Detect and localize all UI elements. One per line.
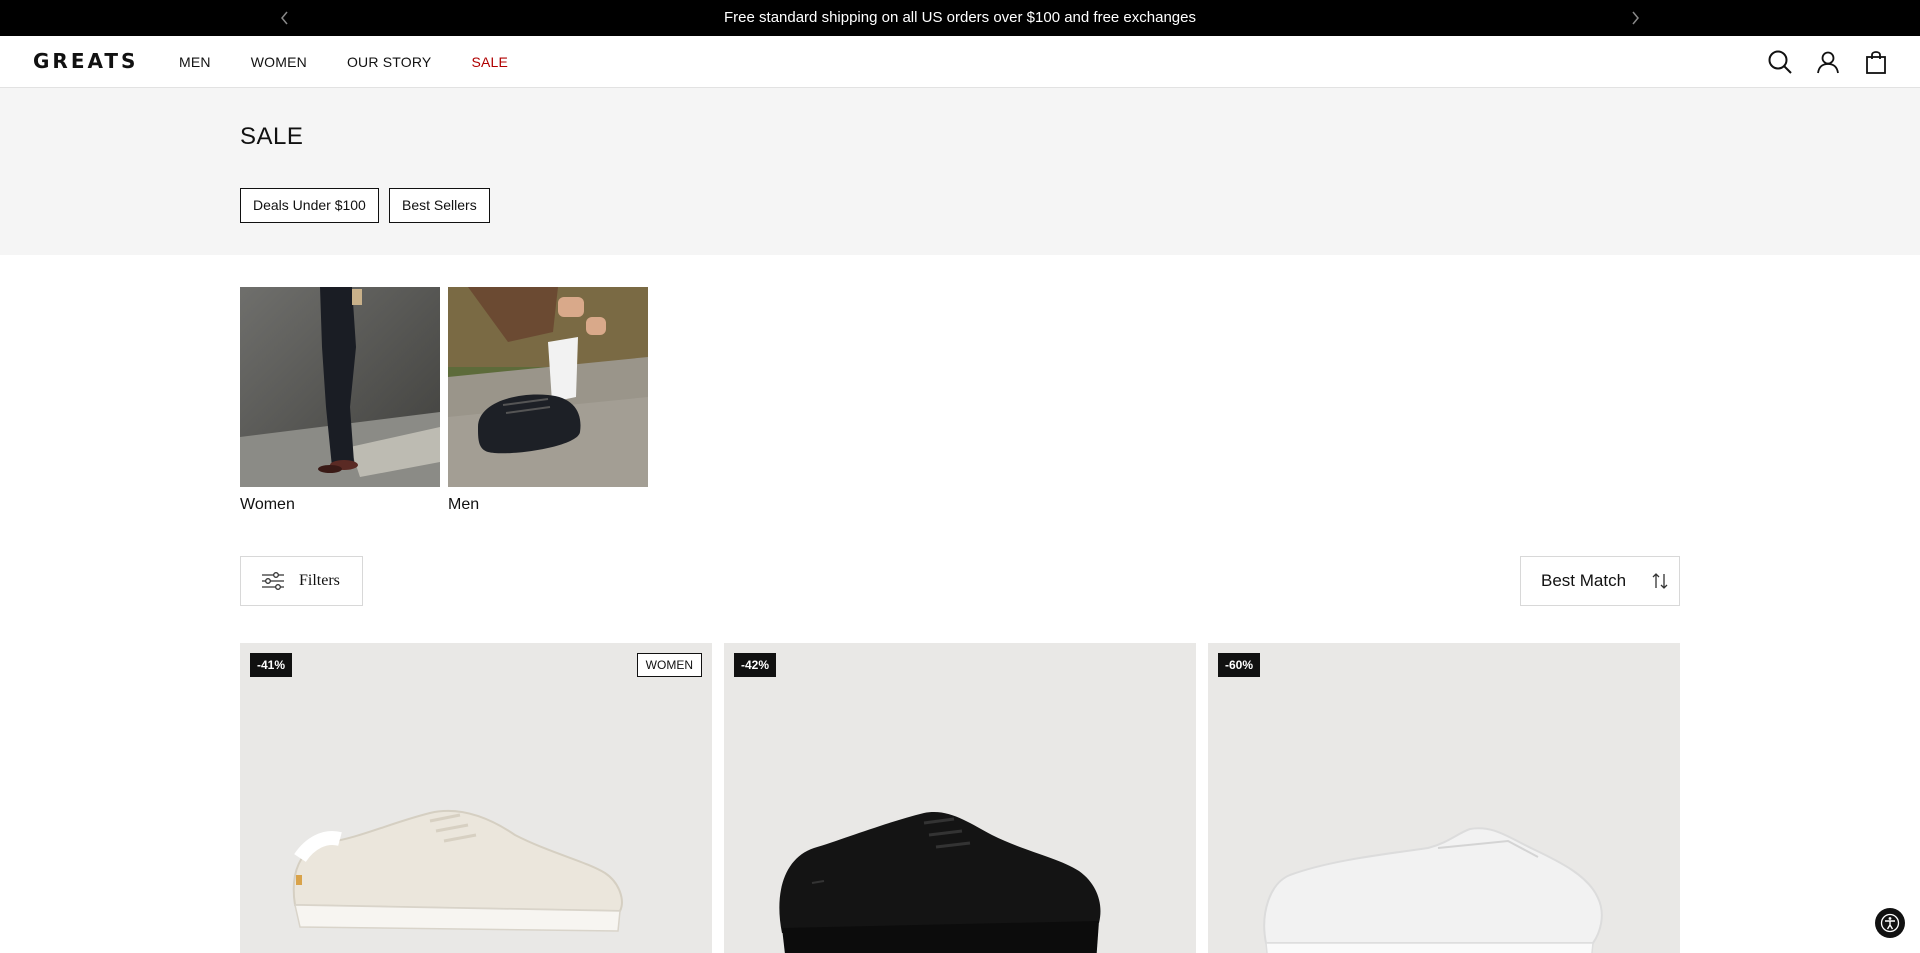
announcement-bar: Free standard shipping on all US orders …: [0, 0, 1920, 36]
accessibility-button[interactable]: [1875, 908, 1905, 938]
product-image: [292, 809, 623, 932]
sort-arrows-icon: [1652, 573, 1668, 589]
nav-men[interactable]: MEN: [179, 54, 211, 70]
discount-badge: -60%: [1218, 653, 1261, 677]
nav-our-story[interactable]: OUR STORY: [347, 54, 432, 70]
site-logo[interactable]: GREATS: [33, 49, 138, 73]
category-tile-women[interactable]: Women: [240, 287, 440, 514]
main-nav: MEN WOMEN OUR STORY SALE: [179, 36, 548, 88]
category-image-men: [448, 287, 648, 487]
search-icon: [1768, 50, 1792, 74]
product-card[interactable]: -42%: [724, 643, 1196, 953]
account-icon: [1817, 51, 1839, 74]
bag-icon: [1866, 51, 1886, 74]
filters-button[interactable]: Filters: [240, 556, 363, 606]
site-header: GREATS MEN WOMEN OUR STORY SALE: [0, 36, 1920, 88]
product-image: [1263, 827, 1603, 953]
sale-hero: SALE Deals Under $100 Best Sellers: [0, 88, 1920, 255]
announcement-next-button[interactable]: [1620, 0, 1650, 36]
category-image-women: [240, 287, 440, 487]
sliders-icon: [262, 572, 284, 590]
product-card[interactable]: -41% WOMEN: [240, 643, 712, 953]
cart-button[interactable]: [1862, 48, 1890, 76]
gender-tag: WOMEN: [636, 653, 702, 677]
category-tile-men[interactable]: Men: [448, 287, 648, 514]
pill-deals-under-100[interactable]: Deals Under $100: [240, 188, 379, 223]
sort-label: Best Match: [1541, 571, 1627, 590]
discount-badge: -41%: [250, 653, 293, 677]
filters-label: Filters: [299, 572, 340, 589]
product-card[interactable]: -60%: [1208, 643, 1680, 953]
account-button[interactable]: [1814, 48, 1842, 76]
search-button[interactable]: [1766, 48, 1794, 76]
page-title: SALE: [240, 123, 304, 150]
sort-select[interactable]: Best Match: [1520, 556, 1680, 606]
pill-best-sellers[interactable]: Best Sellers: [389, 188, 490, 223]
accessibility-icon: [1880, 913, 1900, 933]
discount-badge: -42%: [734, 653, 777, 677]
category-label-men: Men: [448, 496, 480, 513]
product-image: [779, 812, 1101, 953]
chevron-right-icon: [1632, 11, 1639, 25]
category-label-women: Women: [240, 496, 295, 513]
nav-women[interactable]: WOMEN: [251, 54, 307, 70]
nav-sale[interactable]: SALE: [471, 54, 508, 70]
